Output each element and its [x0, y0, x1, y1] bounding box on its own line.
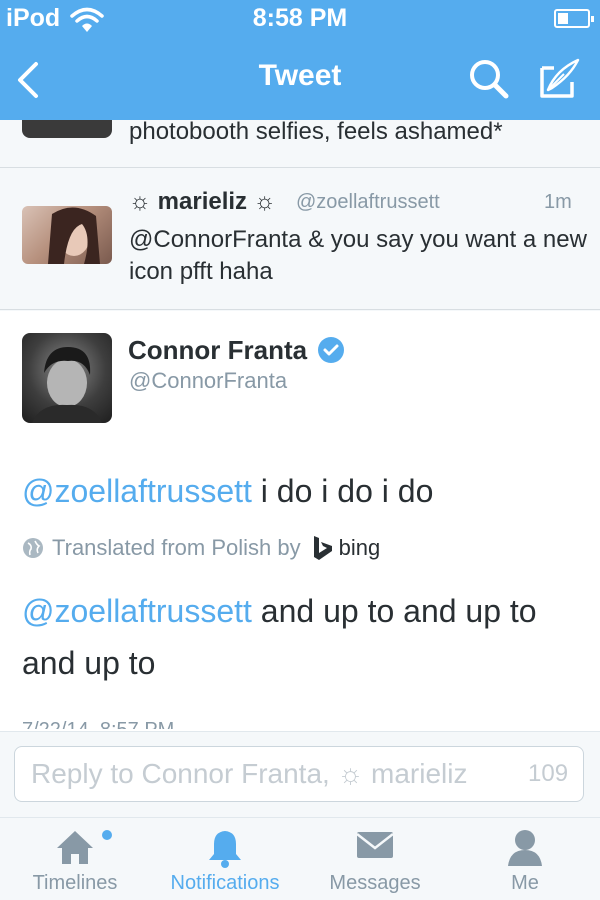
char-count: 109: [528, 760, 569, 787]
tab-bar: Timelines Notifications Messages Me: [0, 817, 600, 900]
author-name[interactable]: Connor Franta: [128, 335, 307, 366]
main-tweet: Connor Franta @ConnorFranta @zoellaftrus…: [0, 311, 600, 731]
search-icon[interactable]: [466, 56, 512, 102]
status-bar: iPod 8:58 PM: [0, 0, 600, 40]
envelope-icon: [355, 828, 395, 867]
globe-icon: [22, 537, 44, 559]
battery-icon: [554, 9, 594, 28]
tab-label: Me: [511, 872, 539, 894]
nav-bar: Tweet: [0, 40, 600, 120]
unread-dot: [102, 830, 112, 840]
author-name[interactable]: ☼ marieliz ☼: [129, 188, 276, 216]
home-icon: [55, 828, 95, 871]
tweet-time: 1m: [544, 191, 572, 213]
reply-bar: 109: [0, 731, 600, 817]
tweet-timestamp: 7/22/14, 8:57 PM: [22, 715, 174, 729]
previous-tweet[interactable]: photobooth selfies, feels ashamed*: [0, 120, 600, 168]
author-handle[interactable]: @zoellaftrussett: [296, 191, 440, 214]
reply-tweet[interactable]: ☼ marieliz ☼ @zoellaftrussett 1m @Connor…: [0, 168, 600, 310]
avatar[interactable]: [22, 206, 112, 264]
tab-label: Notifications: [170, 872, 280, 894]
tab-notifications[interactable]: Notifications: [150, 818, 300, 900]
tweet-text-line-2: @zoellaftrussett and up to and up to and…: [22, 585, 592, 689]
reply-input[interactable]: [14, 746, 584, 802]
mention-link[interactable]: @zoellaftrussett: [22, 473, 252, 509]
tweet-text: @ConnorFranta & you say you want a new i…: [129, 226, 587, 285]
tweet-text: photobooth selfies, feels ashamed*: [129, 120, 503, 145]
translation-attribution[interactable]: Translated from Polish by bing: [22, 535, 380, 561]
tab-label: Messages: [329, 872, 421, 894]
clock: 8:58 PM: [252, 4, 348, 32]
tab-me[interactable]: Me: [450, 818, 600, 900]
mention-link[interactable]: @zoellaftrussett: [22, 593, 252, 629]
bing-logo: bing: [311, 535, 381, 561]
tab-timelines[interactable]: Timelines: [0, 818, 150, 900]
avatar: [22, 120, 112, 138]
tab-messages[interactable]: Messages: [300, 818, 450, 900]
bell-icon: [206, 828, 244, 873]
avatar[interactable]: [22, 333, 112, 423]
person-icon: [506, 828, 544, 873]
author-handle[interactable]: @ConnorFranta: [129, 368, 287, 394]
tweet-text-line-1: @zoellaftrussett i do i do i do: [22, 465, 592, 517]
tab-label: Timelines: [32, 872, 118, 894]
compose-icon[interactable]: [534, 56, 584, 102]
verified-badge-icon: [316, 335, 346, 365]
translator-name: bing: [338, 535, 381, 560]
translated-label: Translated from Polish by: [52, 535, 301, 560]
tweet-text: i do i do i do: [251, 473, 434, 509]
